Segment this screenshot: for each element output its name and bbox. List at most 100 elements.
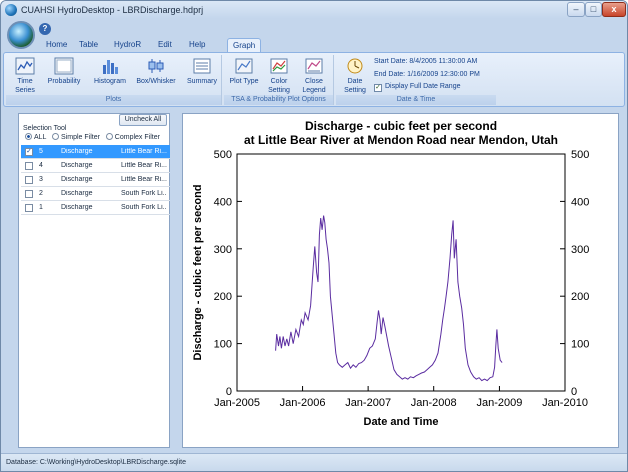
row-checkbox[interactable] <box>25 162 33 170</box>
discharge-series-line <box>275 215 503 382</box>
x-axis-label: Date and Time <box>364 416 439 428</box>
row-id: 2 <box>39 190 43 197</box>
chart-panel: 0 0 100 100 200 200 300 300 400 400 500 500 Jan-2005… <box>182 113 619 448</box>
display-full-range-label: Display Full Date Range <box>385 83 461 90</box>
status-bar: Database: C:\Working\HydroDesktop\LBRDis… <box>1 453 627 471</box>
maximize-button[interactable]: □ <box>585 2 602 17</box>
x-tick-label: Jan-2006 <box>280 397 326 409</box>
y-tick-label: 100 <box>214 339 232 351</box>
row-site: Little Bear Ri... <box>121 148 167 155</box>
plot-type-icon <box>235 58 253 74</box>
y-tick-label-right: 100 <box>571 339 589 351</box>
filter-simple-label: Simple Filter <box>61 134 100 141</box>
row-checkbox[interactable] <box>25 204 33 212</box>
date-setting-button[interactable]: Date Setting <box>340 57 370 95</box>
row-id: 4 <box>39 162 43 169</box>
y-tick-label: 200 <box>214 291 232 303</box>
box-whisker-button[interactable]: Box/Whisker <box>134 57 178 86</box>
selection-tool-label: Selection Tool <box>23 125 67 132</box>
row-variable: Discharge <box>61 162 93 169</box>
close-legend-label: Close Legend <box>302 78 326 94</box>
y-tick-label: 500 <box>214 149 232 161</box>
series-table: ✓ 5 Discharge Little Bear Ri... 4 Discharge Li… <box>21 145 170 215</box>
color-setting-button[interactable]: Color Setting <box>264 57 294 95</box>
tab-graph[interactable]: Graph <box>227 38 262 52</box>
radio-selected-icon <box>25 133 32 140</box>
radio-icon <box>105 133 113 140</box>
y-tick-label-right: 500 <box>571 149 589 161</box>
discharge-chart: 0 0100 100200 200300 300400 400500 500Jan-2005… <box>192 119 589 428</box>
row-id: 5 <box>39 148 43 155</box>
y-axis-label: Discharge - cubic feet per second <box>192 184 204 360</box>
time-series-icon <box>15 57 35 75</box>
row-variable: Discharge <box>61 148 93 155</box>
summary-icon <box>193 58 211 74</box>
histogram-label: Histogram <box>94 78 126 85</box>
window-title: CUAHSI HydroDesktop - LBRDischarge.hdprj <box>21 5 204 15</box>
date-time-group-label: Date & Time <box>336 95 496 105</box>
row-checkbox[interactable] <box>25 190 33 198</box>
checkbox-checked-icon: ✓ <box>374 84 382 92</box>
y-tick-label: 300 <box>214 244 232 256</box>
app-window: CUAHSI HydroDesktop - LBRDischarge.hdprj… <box>0 0 628 472</box>
x-tick-label: Jan-2007 <box>345 397 391 409</box>
probability-icon <box>54 57 74 75</box>
filter-complex-radio[interactable]: Complex Filter <box>105 133 160 141</box>
tab-home[interactable]: Home <box>41 38 72 52</box>
probability-button[interactable]: Probability <box>44 57 84 86</box>
histogram-button[interactable]: Histogram <box>90 57 130 86</box>
tab-hydror[interactable]: HydroR <box>109 38 146 52</box>
title-bar: CUAHSI HydroDesktop - LBRDischarge.hdprj… <box>1 1 627 19</box>
filter-all-label: ALL <box>34 134 47 141</box>
tab-help[interactable]: Help <box>184 38 210 52</box>
row-checkbox[interactable]: ✓ <box>25 148 33 156</box>
box-whisker-icon <box>148 59 164 73</box>
table-row[interactable]: 3 Discharge Little Bear Ri... <box>21 173 170 187</box>
x-tick-label: Jan-2008 <box>411 397 457 409</box>
date-setting-icon <box>347 58 363 74</box>
ribbon: Time Series Probability Histogram Box/Wh… <box>3 52 625 107</box>
y-tick-label-right: 200 <box>571 291 589 303</box>
row-checkbox[interactable] <box>25 176 33 184</box>
table-row[interactable]: 1 Discharge South Fork Li... <box>21 201 170 215</box>
tab-edit[interactable]: Edit <box>153 38 177 52</box>
app-globe-icon <box>5 4 17 16</box>
minimize-button[interactable]: – <box>567 2 585 17</box>
date-time-group: Date Setting Start Date: 8/4/2005 11:30:… <box>336 55 496 105</box>
plots-group-label: Plots <box>6 95 221 105</box>
display-full-range-checkbox[interactable]: ✓ Display Full Date Range <box>374 83 460 92</box>
plot-frame <box>236 153 566 392</box>
database-path: Database: C:\Working\HydroDesktop\LBRDis… <box>6 459 187 466</box>
plot-type-button[interactable]: Plot Type <box>228 57 260 86</box>
tab-table[interactable]: Table <box>74 38 103 52</box>
row-site: South Fork Li... <box>121 204 167 211</box>
histogram-icon <box>103 60 118 74</box>
time-series-button[interactable]: Time Series <box>10 57 40 95</box>
date-setting-label: Date Setting <box>344 78 366 94</box>
close-legend-icon <box>305 58 323 74</box>
application-menu-button[interactable] <box>7 21 35 49</box>
close-button[interactable]: x <box>602 2 626 17</box>
row-variable: Discharge <box>61 190 93 197</box>
uncheck-all-button[interactable]: Uncheck All <box>119 114 167 126</box>
summary-button[interactable]: Summary <box>184 57 220 86</box>
table-row[interactable]: 4 Discharge Little Bear Ri... <box>21 159 170 173</box>
end-date: End Date: 1/16/2009 12:30:00 PM <box>374 71 480 78</box>
row-site: Little Bear Ri... <box>121 162 167 169</box>
filter-simple-radio[interactable]: Simple Filter <box>52 133 100 141</box>
filter-options: ALL Simple Filter Complex Filter <box>25 133 160 141</box>
table-row[interactable]: 2 Discharge South Fork Li... <box>21 187 170 201</box>
color-setting-icon <box>270 58 288 74</box>
filter-complex-label: Complex Filter <box>114 134 160 141</box>
y-tick-label: 400 <box>214 196 232 208</box>
filter-all-radio[interactable]: ALL <box>25 133 47 141</box>
chart-title: Discharge - cubic feet per second <box>305 119 497 133</box>
box-whisker-label: Box/Whisker <box>136 78 176 85</box>
plots-group: Time Series Probability Histogram Box/Wh… <box>6 55 222 105</box>
x-tick-label: Jan-2009 <box>476 397 522 409</box>
help-icon[interactable]: ? <box>39 23 51 35</box>
table-row[interactable]: ✓ 5 Discharge Little Bear Ri... <box>21 145 170 159</box>
close-legend-button[interactable]: Close Legend <box>298 57 330 95</box>
y-tick-label-right: 400 <box>571 196 589 208</box>
plot-options-group-label: TSA & Probability Plot Options <box>224 95 333 105</box>
